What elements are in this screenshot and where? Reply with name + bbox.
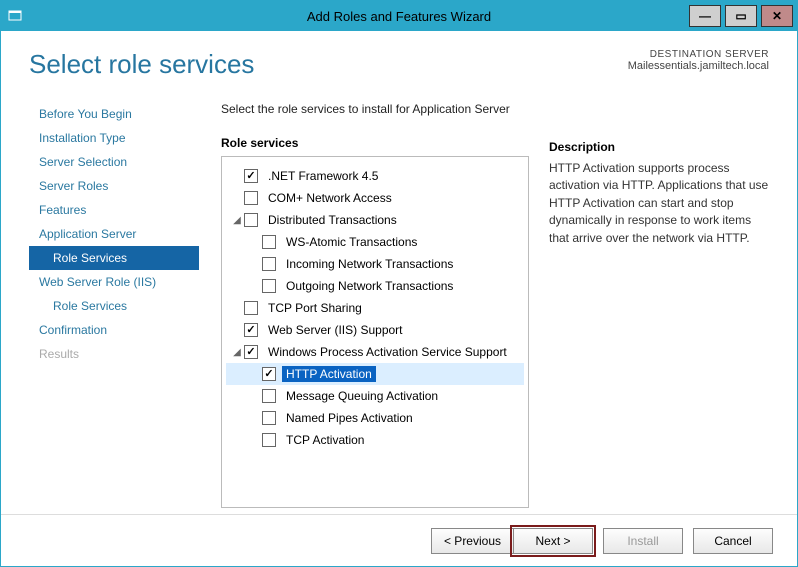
- next-button[interactable]: Next >: [513, 528, 593, 554]
- nav-item[interactable]: Role Services: [29, 294, 199, 318]
- tree-item-label: WS-Atomic Transactions: [282, 234, 421, 250]
- instruction-text: Select the role services to install for …: [221, 102, 529, 116]
- nav-item[interactable]: Server Roles: [29, 174, 199, 198]
- nav-item[interactable]: Web Server Role (IIS): [29, 270, 199, 294]
- tree-row[interactable]: ◢ Windows Process Activation Service Supp…: [226, 341, 524, 363]
- checkbox[interactable]: [262, 367, 276, 381]
- nav-item[interactable]: Application Server: [29, 222, 199, 246]
- description-panel: Description HTTP Activation supports pro…: [549, 102, 769, 508]
- tree-item-label: TCP Port Sharing: [264, 300, 366, 316]
- nav-item[interactable]: Features: [29, 198, 199, 222]
- tree-row[interactable]: ◢TCP Activation: [226, 429, 524, 451]
- tree-item-label: Windows Process Activation Service Suppo…: [264, 344, 511, 360]
- wizard-footer: < Previous Next > Install Cancel: [1, 514, 797, 566]
- nav-button-group: < Previous Next >: [431, 528, 593, 554]
- tree-row[interactable]: ◢HTTP Activation: [226, 363, 524, 385]
- nav-item[interactable]: Results: [29, 342, 199, 366]
- tree-item-label: Named Pipes Activation: [282, 410, 417, 426]
- minimize-button[interactable]: —: [689, 5, 721, 27]
- collapse-icon[interactable]: ◢: [230, 347, 244, 358]
- checkbox[interactable]: [244, 191, 258, 205]
- tree-row[interactable]: ◢Incoming Network Transactions: [226, 253, 524, 275]
- tree-row[interactable]: ◢.NET Framework 4.5: [226, 165, 524, 187]
- window-title: Add Roles and Features Wizard: [307, 9, 491, 24]
- tree-row[interactable]: ◢ Distributed Transactions: [226, 209, 524, 231]
- nav-item[interactable]: Confirmation: [29, 318, 199, 342]
- tree-row[interactable]: ◢TCP Port Sharing: [226, 297, 524, 319]
- destination-info: DESTINATION SERVER Mailessentials.jamilt…: [628, 49, 769, 72]
- tree-row[interactable]: ◢Outgoing Network Transactions: [226, 275, 524, 297]
- app-icon: [7, 8, 23, 24]
- tree-row[interactable]: ◢Web Server (IIS) Support: [226, 319, 524, 341]
- content-area: Select role services DESTINATION SERVER …: [1, 31, 797, 514]
- body-row: Before You BeginInstallation TypeServer …: [29, 102, 769, 508]
- tree-label: Role services: [221, 136, 529, 150]
- tree-item-label: Outgoing Network Transactions: [282, 278, 457, 294]
- maximize-button[interactable]: ▭: [725, 5, 757, 27]
- tree-item-label: Distributed Transactions: [264, 212, 401, 228]
- tree-item-label: Incoming Network Transactions: [282, 256, 457, 272]
- collapse-icon[interactable]: ◢: [230, 215, 244, 226]
- destination-label: DESTINATION SERVER: [628, 49, 769, 60]
- cancel-button[interactable]: Cancel: [693, 528, 773, 554]
- checkbox[interactable]: [244, 345, 258, 359]
- checkbox[interactable]: [244, 213, 258, 227]
- checkbox[interactable]: [244, 169, 258, 183]
- tree-item-label: Message Queuing Activation: [282, 388, 442, 404]
- install-button[interactable]: Install: [603, 528, 683, 554]
- checkbox[interactable]: [244, 301, 258, 315]
- titlebar[interactable]: Add Roles and Features Wizard — ▭ ✕: [1, 1, 797, 31]
- tree-item-label: .NET Framework 4.5: [264, 168, 382, 184]
- nav-item[interactable]: Role Services: [29, 246, 199, 270]
- header-row: Select role services DESTINATION SERVER …: [29, 49, 769, 80]
- description-text: HTTP Activation supports process activat…: [549, 160, 769, 247]
- checkbox[interactable]: [262, 279, 276, 293]
- window-controls: — ▭ ✕: [689, 6, 797, 27]
- nav-item[interactable]: Server Selection: [29, 150, 199, 174]
- checkbox[interactable]: [244, 323, 258, 337]
- checkbox[interactable]: [262, 235, 276, 249]
- role-services-tree[interactable]: ◢.NET Framework 4.5◢COM+ Network Access◢…: [221, 156, 529, 508]
- checkbox[interactable]: [262, 433, 276, 447]
- tree-row[interactable]: ◢COM+ Network Access: [226, 187, 524, 209]
- role-services-panel: Select the role services to install for …: [221, 102, 529, 508]
- nav-item[interactable]: Installation Type: [29, 126, 199, 150]
- close-button[interactable]: ✕: [761, 5, 793, 27]
- tree-row[interactable]: ◢WS-Atomic Transactions: [226, 231, 524, 253]
- description-label: Description: [549, 140, 769, 154]
- destination-value: Mailessentials.jamiltech.local: [628, 60, 769, 72]
- wizard-window: Add Roles and Features Wizard — ▭ ✕ Sele…: [0, 0, 798, 567]
- main-panel: Select the role services to install for …: [221, 102, 769, 508]
- tree-row[interactable]: ◢Named Pipes Activation: [226, 407, 524, 429]
- wizard-nav: Before You BeginInstallation TypeServer …: [29, 102, 199, 508]
- tree-item-label: TCP Activation: [282, 432, 368, 448]
- checkbox[interactable]: [262, 411, 276, 425]
- nav-item[interactable]: Before You Begin: [29, 102, 199, 126]
- page-title: Select role services: [29, 49, 254, 80]
- tree-item-label: HTTP Activation: [282, 366, 376, 382]
- previous-button[interactable]: < Previous: [431, 528, 513, 554]
- checkbox[interactable]: [262, 389, 276, 403]
- tree-row[interactable]: ◢Message Queuing Activation: [226, 385, 524, 407]
- checkbox[interactable]: [262, 257, 276, 271]
- tree-item-label: COM+ Network Access: [264, 190, 396, 206]
- tree-item-label: Web Server (IIS) Support: [264, 322, 407, 338]
